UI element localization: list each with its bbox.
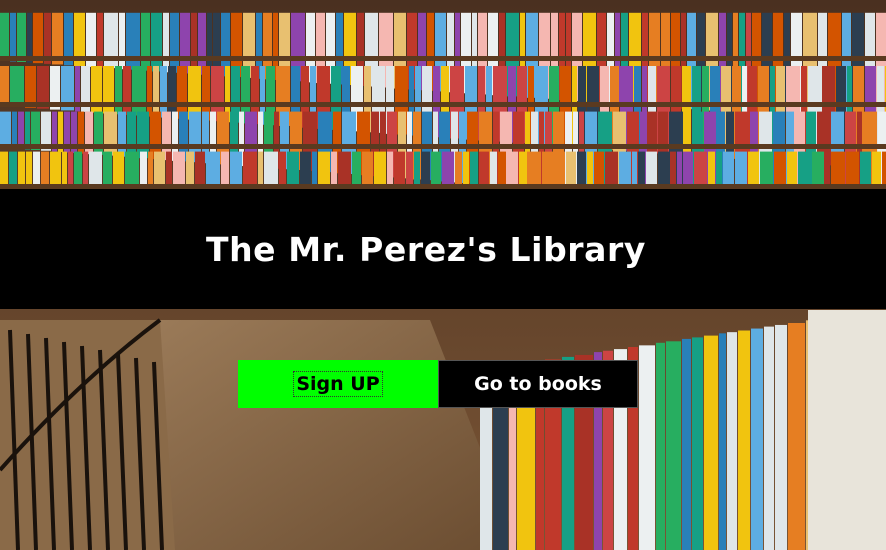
book-spine	[180, 12, 190, 74]
book-spine	[764, 326, 774, 550]
book-spine	[727, 332, 737, 550]
book-spine	[151, 12, 162, 72]
shelf-board	[0, 144, 886, 149]
sign-up-button[interactable]: Sign UP	[238, 360, 438, 408]
book-spine	[692, 337, 703, 550]
book-spine	[738, 330, 750, 550]
book-spine	[18, 151, 25, 190]
book-spine	[0, 151, 8, 188]
sign-up-label: Sign UP	[293, 371, 383, 397]
book-spine	[0, 66, 9, 106]
book-spine	[775, 324, 787, 550]
go-to-books-button[interactable]: Go to books	[438, 360, 638, 408]
book-spine	[10, 12, 16, 62]
book-spine	[666, 341, 681, 550]
book-spine	[191, 12, 197, 75]
book-spine	[682, 338, 691, 550]
book-spine	[18, 111, 24, 149]
book-spine	[751, 328, 763, 550]
book-spine	[704, 335, 718, 550]
book-spine	[127, 111, 136, 158]
book-spine	[118, 111, 126, 157]
book-spine	[198, 12, 206, 75]
book-spine	[137, 111, 149, 159]
book-spine	[160, 66, 167, 118]
book-spine	[123, 66, 131, 115]
book-spine	[12, 111, 17, 149]
book-spine	[788, 323, 805, 550]
book-spine	[25, 111, 30, 150]
book-spine	[17, 12, 26, 62]
book-spine	[104, 111, 117, 156]
book-spine	[177, 66, 187, 119]
book-spine	[141, 12, 150, 71]
book-spine	[132, 66, 146, 116]
book-spine	[0, 111, 11, 148]
title-banner: The Mr. Perez's Library	[0, 189, 886, 309]
book-spine	[0, 12, 9, 61]
book-spine	[153, 66, 159, 118]
book-spine	[33, 12, 43, 64]
book-spine	[115, 66, 122, 115]
shelf-board	[0, 102, 886, 107]
book-spine	[719, 333, 726, 550]
book-spine	[126, 12, 140, 70]
book-spine	[147, 66, 152, 117]
book-spine	[656, 342, 665, 550]
book-spine	[188, 66, 201, 120]
shelf-board	[0, 56, 886, 61]
book-spine	[27, 12, 32, 63]
book-spine	[170, 12, 179, 73]
book-spine	[639, 345, 655, 550]
action-buttons: Sign UP Go to books	[238, 360, 638, 408]
book-spine	[207, 12, 212, 76]
book-spine	[168, 66, 176, 119]
book-spine	[163, 12, 169, 73]
page-title: The Mr. Perez's Library	[205, 229, 647, 269]
book-spine	[10, 66, 24, 107]
book-spine	[9, 151, 17, 189]
book-spine	[25, 66, 36, 108]
